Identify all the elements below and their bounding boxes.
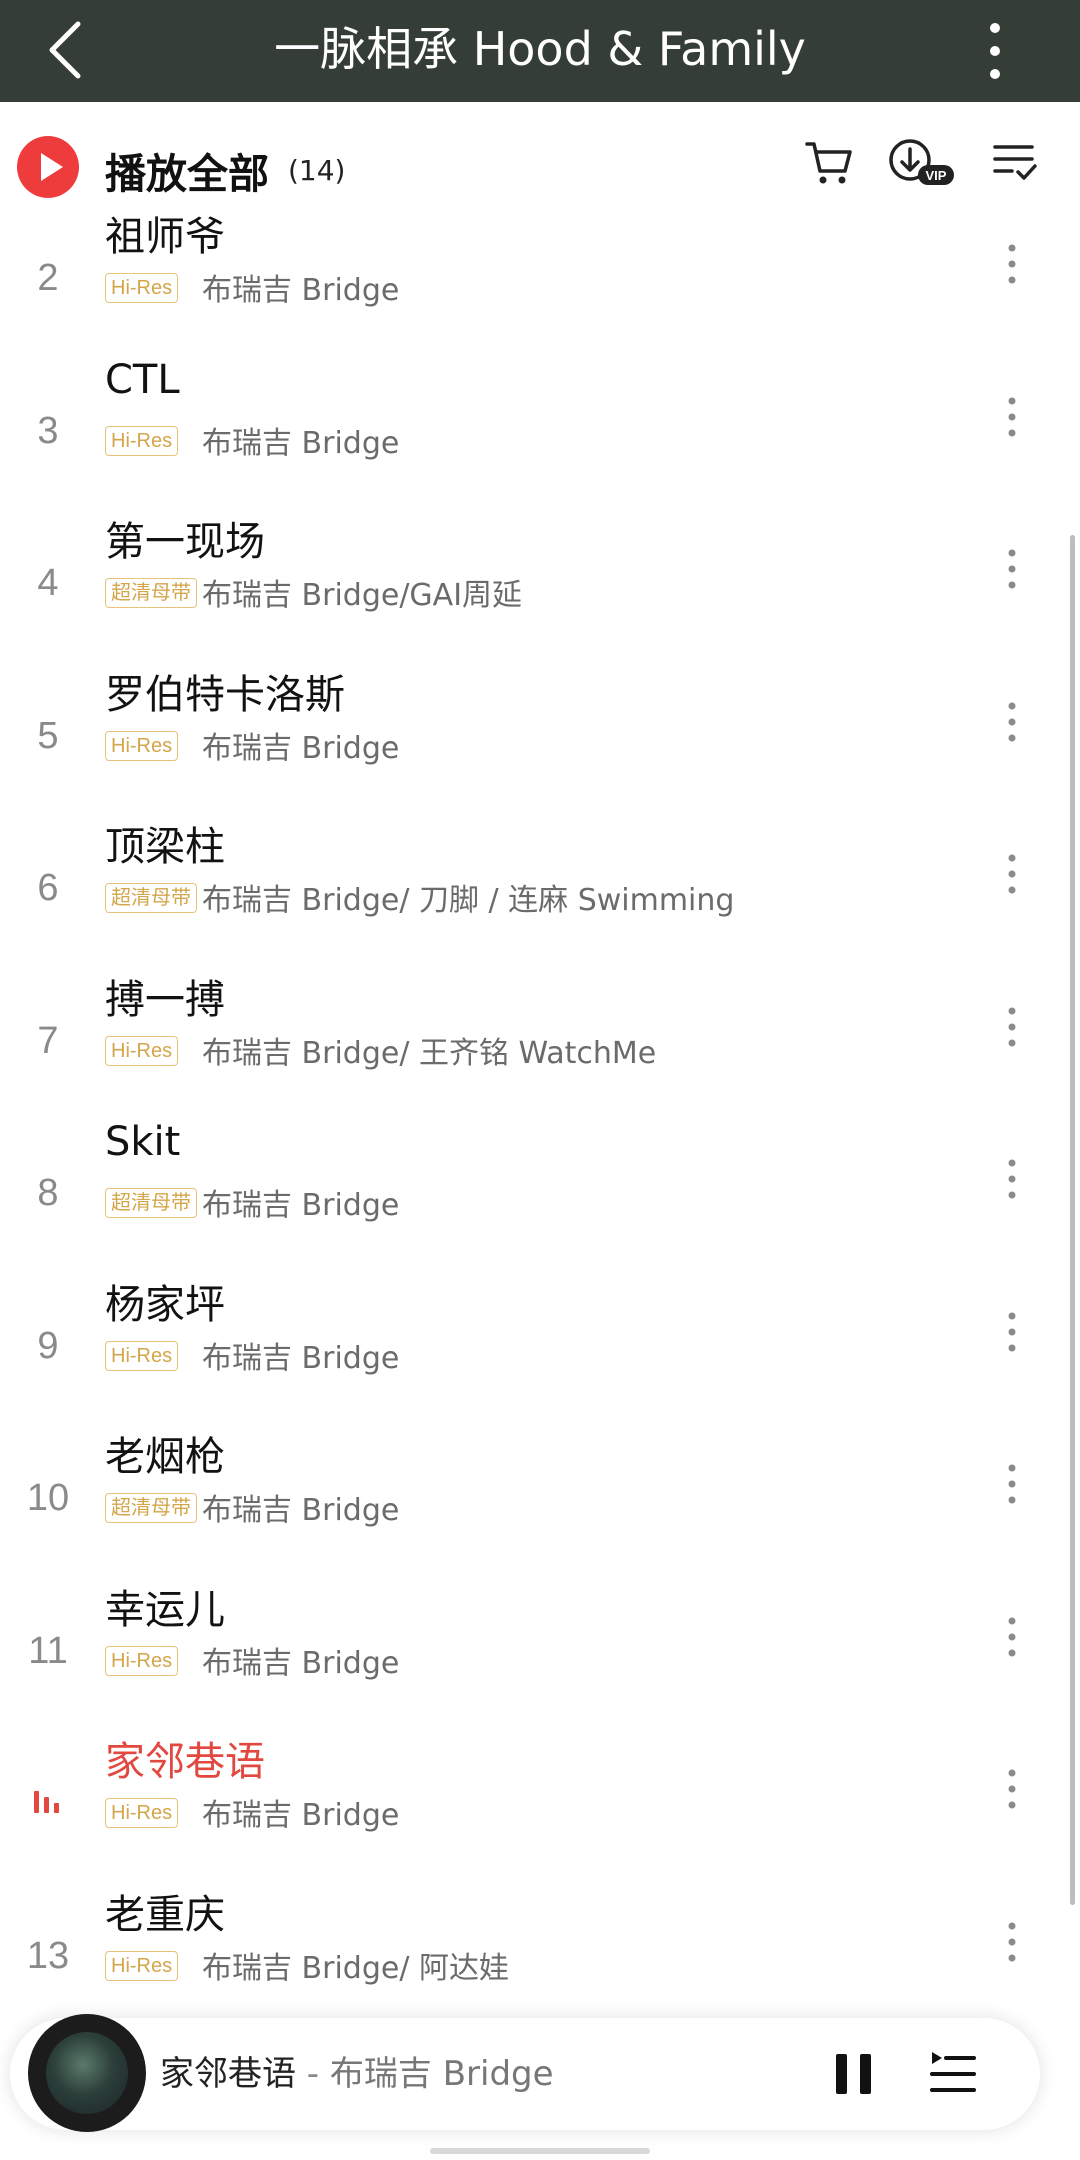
track-title: 罗伯特卡洛斯 [105,671,345,718]
track-count: (14) [288,154,346,187]
pause-icon[interactable] [830,2048,878,2100]
track-artist: 布瑞吉 Bridge/ 阿达娃 [202,1950,509,1986]
more-options-icon[interactable] [975,16,1015,86]
track-artist: 布瑞吉 Bridge [202,1645,400,1681]
track-title: 搏一搏 [105,976,225,1023]
album-cover[interactable] [28,2014,146,2132]
album-title: 一脉相承 Hood & Family [274,22,806,76]
play-all-label[interactable]: 播放全部 [105,140,269,200]
track-row[interactable]: 10 老烟枪超清母带 布瑞吉 Bridge [0,1422,1080,1574]
track-artist: 布瑞吉 Bridge [202,1798,400,1833]
now-playing-title: 家邻巷语 [160,2054,296,2094]
track-number: 8 [37,1172,59,1214]
track-title: 老烟枪 [105,1434,225,1480]
track-row[interactable]: 7 搏一搏 Hi-Res 布瑞吉 Bridge/ 王齐铭 WatchMe [0,965,1080,1117]
track-title: 杨家坪 [105,1281,225,1328]
mini-player[interactable]: 家邻巷语 - 布瑞吉 Bridge [10,2014,1040,2132]
download-vip-icon[interactable]: VIP [888,138,958,188]
track-more-icon[interactable] [1000,698,1024,746]
track-row[interactable]: 11 幸运儿 Hi-Res 布瑞吉 Bridge [0,1575,1080,1727]
track-number: 3 [37,409,59,452]
track-artist: 布瑞吉 Bridge [202,425,400,461]
home-indicator[interactable] [430,2148,650,2154]
now-playing-text[interactable]: 家邻巷语 - 布瑞吉 Bridge [160,2018,554,2130]
top-bar: 一脉相承 Hood & Family [0,0,1080,102]
track-more-icon[interactable] [1000,1918,1024,1966]
quality-badge: Hi-Res [105,1035,179,1066]
track-title: CTL [105,356,180,403]
track-row[interactable]: 6 顶梁柱超清母带 布瑞吉 Bridge/ 刀脚 / 连麻 Swimming [0,812,1080,964]
track-title: 顶梁柱 [105,824,225,870]
play-all-button[interactable] [17,136,79,198]
track-row[interactable]: 13 老重庆 Hi-Res 布瑞吉 Bridge/ 阿达娃 [0,1880,1080,2032]
now-playing-separator: - [296,2054,330,2094]
track-row[interactable]: 9 杨家坪 Hi-Res 布瑞吉 Bridge [0,1270,1080,1422]
quality-badge: Hi-Res [105,1950,179,1981]
quality-badge: Hi-Res [105,425,179,456]
track-more-icon[interactable] [1000,850,1024,898]
track-artist: 布瑞吉 Bridge/GAI周延 [202,578,523,613]
track-artist: 布瑞吉 Bridge [202,1188,400,1223]
track-more-icon[interactable] [1000,1003,1024,1051]
track-more-icon[interactable] [1000,1308,1024,1356]
track-more-icon[interactable] [1000,393,1024,441]
back-arrow-icon[interactable] [40,18,100,82]
cart-icon[interactable] [804,138,854,188]
track-title: Skit [105,1119,181,1165]
track-number: 5 [37,714,59,757]
track-artist: 布瑞吉 Bridge [202,730,400,766]
track-number: 7 [37,1019,59,1062]
track-artist: 布瑞吉 Bridge [202,273,400,308]
quality-badge: Hi-Res [105,1798,179,1828]
track-more-icon[interactable] [1000,1460,1024,1508]
track-number: 13 [26,1934,70,1977]
track-title: 祖师爷 [105,214,225,260]
track-number: 6 [37,867,59,909]
track-artist: 布瑞吉 Bridge/ 王齐铭 WatchMe [202,1035,657,1071]
track-row[interactable]: 家邻巷语 Hi-Res 布瑞吉 Bridge [0,1727,1080,1879]
playlist-queue-icon[interactable] [928,2048,978,2100]
track-more-icon[interactable] [1000,1613,1024,1661]
track-number: 2 [37,257,59,299]
track-title: 家邻巷语 [105,1739,265,1785]
quality-badge: Hi-Res [105,1645,179,1676]
track-number: 11 [28,1629,68,1672]
track-number: 10 [26,1477,70,1519]
track-artist: 布瑞吉 Bridge [202,1340,400,1376]
play-icon [41,153,63,181]
track-row[interactable]: 5 罗伯特卡洛斯 Hi-Res 布瑞吉 Bridge [0,660,1080,812]
quality-badge: 超清母带 [105,1493,197,1523]
now-playing-artist: 布瑞吉 Bridge [329,2054,554,2094]
track-row[interactable]: 3 CTL Hi-Res 布瑞吉 Bridge [0,355,1080,507]
scrollbar[interactable] [1070,535,1075,1905]
track-number: 9 [37,1324,59,1367]
track-more-icon[interactable] [1000,545,1024,593]
track-title: 第一现场 [105,519,265,565]
track-artist: 布瑞吉 Bridge/ 刀脚 / 连麻 Swimming [202,883,735,918]
svg-text:VIP: VIP [926,168,947,183]
quality-badge: Hi-Res [105,1340,179,1371]
track-row[interactable]: 4 第一现场超清母带 布瑞吉 Bridge/GAI周延 [0,507,1080,659]
track-row[interactable]: 8 Skit 超清母带 布瑞吉 Bridge [0,1117,1080,1269]
quality-badge: Hi-Res [105,730,179,761]
track-title: 老重庆 [105,1891,225,1938]
quality-badge: 超清母带 [105,883,197,913]
track-more-icon[interactable] [1000,1155,1024,1203]
multi-select-icon[interactable] [992,138,1038,188]
track-more-icon[interactable] [1000,240,1024,288]
track-number: 4 [37,562,59,604]
quality-badge: 超清母带 [105,1188,197,1218]
track-title: 幸运儿 [105,1586,225,1633]
track-more-icon[interactable] [1000,1765,1024,1813]
now-playing-bars-icon [34,1791,59,1813]
track-row[interactable]: 2 祖师爷 Hi-Res 布瑞吉 Bridge [0,202,1080,354]
track-artist: 布瑞吉 Bridge [202,1493,400,1528]
quality-badge: Hi-Res [105,273,179,303]
quality-badge: 超清母带 [105,578,197,608]
